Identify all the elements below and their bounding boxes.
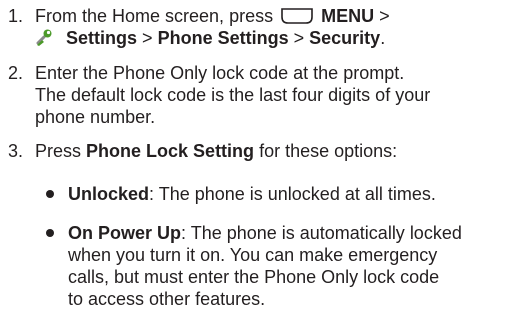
menu-key-icon [280, 7, 314, 25]
path-settings: Settings [66, 28, 138, 48]
step-text: From the Home screen, press MENU > Setti… [35, 5, 513, 49]
option-label: Unlocked [68, 184, 150, 204]
path-phone-settings: Phone Settings [157, 28, 289, 48]
step-1-intro: From the Home screen, press [35, 6, 274, 26]
path-separator: > [379, 6, 390, 26]
step-3-outro: for these options: [259, 141, 398, 161]
option-line-1: On Power Up: The phone is automatically … [68, 222, 514, 244]
bullet-icon [46, 229, 54, 237]
step-3-intro: Press [35, 141, 82, 161]
step-number: 1. [8, 6, 24, 26]
option-description: : The phone is automatically locked [181, 223, 462, 243]
step-text: Enter the Phone Only lock code at the pr… [35, 62, 513, 128]
step-1-end: . [380, 28, 386, 48]
step-number: 2. [8, 63, 24, 83]
step-2-line-1: Enter the Phone Only lock code at the pr… [35, 63, 405, 83]
bullet-icon [46, 190, 54, 198]
option-label: On Power Up [68, 223, 182, 243]
option-text: On Power Up: The phone is automatically … [68, 222, 514, 310]
settings-wrench-icon [35, 27, 55, 47]
path-security: Security [309, 28, 381, 48]
option-on-power-up: On Power Up: The phone is automatically … [46, 222, 514, 310]
step-1: 1. From the Home screen, press MENU > Se… [8, 5, 513, 49]
phone-lock-setting-label: Phone Lock Setting [86, 141, 255, 161]
step-2-line-3: phone number. [35, 107, 156, 127]
option-line-3: calls, but must enter the Phone Only loc… [68, 267, 440, 287]
instruction-page: 1. From the Home screen, press MENU > Se… [0, 0, 518, 335]
step-text: Press Phone Lock Setting for these optio… [35, 140, 513, 162]
option-description: : The phone is unlocked at all times. [149, 184, 436, 204]
option-line-2: when you turn it on. You can make emerge… [68, 245, 438, 265]
step-number: 3. [8, 141, 24, 161]
path-separator: > [293, 28, 305, 48]
step-2-line-2: The default lock code is the last four d… [35, 85, 431, 105]
step-2: 2. Enter the Phone Only lock code at the… [8, 62, 513, 128]
step-3: 3. Press Phone Lock Setting for these op… [8, 140, 513, 162]
menu-label: MENU [321, 6, 375, 26]
option-unlocked: Unlocked: The phone is unlocked at all t… [46, 183, 514, 205]
path-separator: > [142, 28, 153, 48]
option-text: Unlocked: The phone is unlocked at all t… [68, 183, 514, 205]
option-line-4: to access other features. [68, 289, 266, 309]
